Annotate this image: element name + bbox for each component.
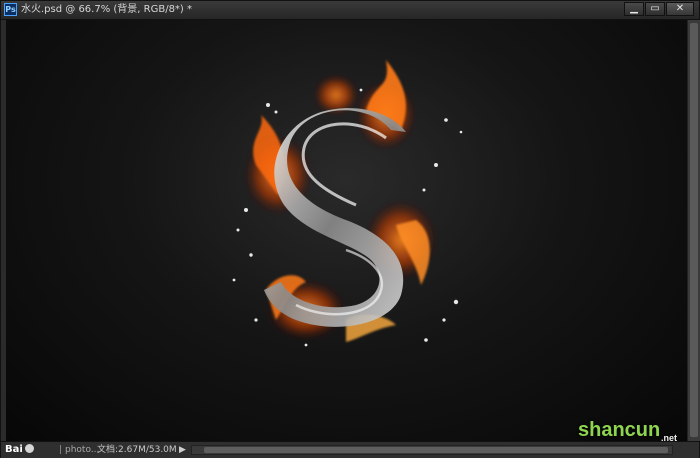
document-size[interactable]: 文档:2.67M/53.0M — [97, 444, 177, 456]
document-canvas[interactable] — [6, 20, 687, 441]
watermark-text: shancun — [578, 419, 661, 441]
title-bar[interactable]: Ps 水火.psd @ 66.7% (背景, RGB/8*) * ▁ ▭ ✕ — [1, 1, 699, 20]
baidu-logo-text: Bai — [5, 444, 23, 455]
photoshop-icon: Ps — [4, 3, 17, 16]
fire-water-letter-s — [232, 60, 463, 347]
status-separator: | — [59, 445, 63, 455]
close-button[interactable]: ✕ — [666, 2, 694, 16]
vertical-scroll-thumb[interactable] — [690, 23, 698, 437]
horizontal-scroll-thumb[interactable] — [204, 447, 668, 453]
photo-label: photo... — [65, 445, 100, 455]
horizontal-scrollbar[interactable] — [191, 445, 673, 455]
baidu-logo: Bai — [5, 443, 34, 457]
restore-button[interactable]: ▭ — [645, 2, 665, 16]
document-title: 水火.psd @ 66.7% (背景, RGB/8*) * — [21, 4, 193, 15]
vertical-scrollbar[interactable] — [687, 20, 700, 441]
minimize-button[interactable]: ▁ — [624, 2, 644, 16]
paw-icon — [24, 444, 34, 453]
triangle-right-icon[interactable]: ▶ — [179, 445, 186, 455]
document-window: Ps 水火.psd @ 66.7% (背景, RGB/8*) * ▁ ▭ ✕ B… — [0, 0, 700, 458]
status-bar: Bai | photo... 文档:2.67M/53.0M ▶ — [1, 441, 699, 458]
watermark-suffix: .net — [661, 433, 678, 443]
